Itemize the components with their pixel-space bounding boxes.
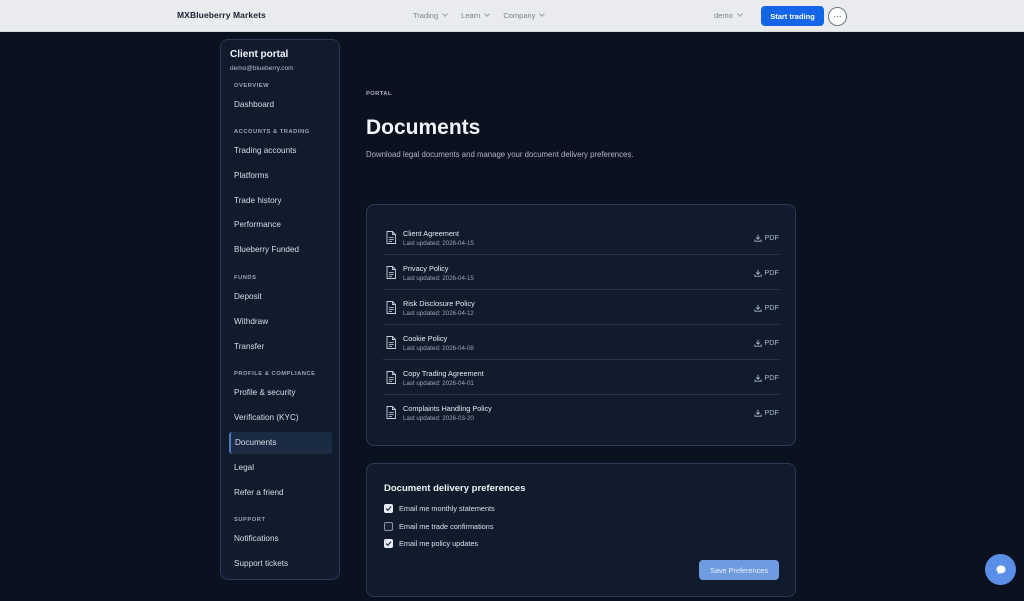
- download-icon: [754, 304, 763, 312]
- document-name: Risk Disclosure Policy: [403, 299, 475, 308]
- sidebar-item-support-tickets[interactable]: Support tickets: [229, 553, 332, 575]
- sidebar-item-deposit[interactable]: Deposit: [229, 286, 332, 308]
- section-accounts-trading: ACCOUNTS & TRADING: [234, 129, 310, 135]
- section-profile-compliance: PROFILE & COMPLIANCE: [234, 371, 316, 377]
- document-icon: [386, 301, 396, 314]
- preference-label: Email me monthly statements: [399, 504, 495, 513]
- start-trading-button[interactable]: Start trading: [761, 6, 824, 26]
- preference-checkbox[interactable]: [384, 539, 393, 548]
- sidebar-item-verification[interactable]: Verification (KYC): [229, 407, 332, 429]
- document-updated-date: Last updated: 2026-04-15: [403, 275, 474, 282]
- sidebar-item-profile-security[interactable]: Profile & security: [229, 382, 332, 404]
- document-updated-date: Last updated: 2026-03-20: [403, 415, 474, 422]
- nav-trading[interactable]: Trading: [413, 11, 448, 20]
- page-subtitle: Download legal documents and manage your…: [366, 150, 634, 159]
- sidebar-item-dashboard[interactable]: Dashboard: [229, 94, 332, 116]
- section-overview: OVERVIEW: [234, 83, 270, 89]
- chat-support-button[interactable]: [985, 554, 1016, 585]
- chevron-down-icon: [736, 11, 743, 17]
- chat-bubble-icon: [996, 565, 1005, 574]
- document-icon: [386, 266, 396, 279]
- document-row: Privacy Policy Last updated: 2026-04-15 PD…: [383, 255, 779, 290]
- document-row: Risk Disclosure Policy Last updated: 2026…: [383, 290, 779, 325]
- document-name: Client Agreement: [403, 229, 459, 238]
- save-preferences-button[interactable]: Save Preferences: [699, 560, 779, 580]
- sidebar: Client portal demo@blueberry.com OVERVIE…: [220, 39, 340, 580]
- preference-option[interactable]: Email me monthly statements: [384, 504, 495, 513]
- document-icon: [386, 336, 396, 349]
- sidebar-item-platforms[interactable]: Platforms: [229, 165, 332, 187]
- document-icon: [386, 371, 396, 384]
- document-updated-date: Last updated: 2026-04-08: [403, 345, 474, 352]
- checkmark-icon: [385, 506, 392, 512]
- document-name: Cookie Policy: [403, 334, 448, 343]
- page-title: Documents: [366, 116, 481, 139]
- sidebar-item-documents[interactable]: Documents: [229, 432, 332, 454]
- preference-label: Email me trade confirmations: [399, 521, 494, 531]
- chevron-down-icon: [484, 11, 491, 17]
- sidebar-item-notifications[interactable]: Notifications: [229, 528, 332, 550]
- sidebar-item-performance[interactable]: Performance: [229, 214, 332, 236]
- sidebar-item-blueberry-funded[interactable]: Blueberry Funded: [229, 239, 332, 261]
- preference-checkbox[interactable]: [384, 521, 393, 531]
- document-updated-date: Last updated: 2026-04-15: [403, 240, 474, 247]
- document-row: Complaints Handling Policy Last updated: …: [383, 395, 779, 430]
- section-funds: FUNDS: [234, 275, 257, 281]
- checkmark-icon: [385, 541, 392, 547]
- sidebar-item-trading-accounts[interactable]: Trading accounts: [229, 140, 332, 162]
- documents-list-card: Client Agreement Last updated: 2026-04-15…: [366, 204, 796, 446]
- download-pdf-link[interactable]: PDF: [754, 303, 779, 312]
- sidebar-item-transfer[interactable]: Transfer: [229, 336, 332, 358]
- pdf-label: PDF: [764, 303, 779, 312]
- download-pdf-link[interactable]: PDF: [754, 373, 779, 382]
- brand-logo[interactable]: MXBlueberry Markets: [177, 10, 266, 20]
- pdf-label: PDF: [764, 408, 779, 417]
- more-menu-button[interactable]: ···: [828, 7, 847, 26]
- pdf-label: PDF: [764, 233, 779, 242]
- preference-option[interactable]: Email me policy updates: [384, 539, 478, 548]
- sidebar-item-legal[interactable]: Legal: [229, 457, 332, 479]
- download-icon: [754, 339, 763, 347]
- download-pdf-link[interactable]: PDF: [754, 268, 779, 277]
- document-updated-date: Last updated: 2026-04-12: [403, 310, 474, 317]
- account-mode-select[interactable]: demo: [714, 11, 743, 20]
- document-icon: [386, 231, 396, 244]
- download-icon: [754, 234, 763, 242]
- document-row: Copy Trading Agreement Last updated: 2026…: [383, 360, 779, 395]
- document-name: Privacy Policy: [403, 264, 449, 273]
- preference-checkbox[interactable]: [384, 504, 393, 513]
- document-row: Client Agreement Last updated: 2026-04-15…: [383, 220, 779, 255]
- breadcrumb: PORTAL: [366, 91, 392, 97]
- document-name: Complaints Handling Policy: [403, 404, 492, 413]
- pdf-label: PDF: [764, 373, 779, 382]
- document-updated-date: Last updated: 2026-04-01: [403, 380, 474, 387]
- nav-learn[interactable]: Learn: [461, 11, 491, 20]
- sidebar-title: Client portal: [230, 49, 289, 60]
- download-pdf-link[interactable]: PDF: [754, 338, 779, 347]
- document-name: Copy Trading Agreement: [403, 369, 484, 378]
- document-row: Cookie Policy Last updated: 2026-04-08 PDF: [383, 325, 779, 360]
- delivery-preferences-card: Document delivery preferences Email me m…: [366, 463, 796, 597]
- download-icon: [754, 269, 763, 277]
- sidebar-item-trade-history[interactable]: Trade history: [229, 190, 332, 212]
- sidebar-item-withdraw[interactable]: Withdraw: [229, 311, 332, 333]
- top-navbar: MXBlueberry Markets Trading Learn Compan…: [0, 0, 1024, 32]
- chevron-down-icon: [539, 11, 546, 17]
- nav-company[interactable]: Company: [503, 11, 546, 20]
- download-icon: [754, 374, 763, 382]
- download-icon: [754, 409, 763, 417]
- download-pdf-link[interactable]: PDF: [754, 408, 779, 417]
- download-pdf-link[interactable]: PDF: [754, 233, 779, 242]
- pdf-label: PDF: [764, 338, 779, 347]
- main-nav: Trading Learn Company: [413, 11, 546, 20]
- document-icon: [386, 406, 396, 419]
- preference-label: Email me policy updates: [399, 539, 479, 548]
- sidebar-item-refer-a-friend[interactable]: Refer a friend: [229, 482, 332, 504]
- user-email: demo@blueberry.com: [230, 65, 294, 72]
- pdf-label: PDF: [764, 268, 779, 277]
- chevron-down-icon: [442, 11, 448, 17]
- preference-option[interactable]: Email me trade confirmations: [384, 521, 494, 531]
- section-support: SUPPORT: [234, 517, 266, 523]
- preferences-title: Document delivery preferences: [384, 483, 526, 494]
